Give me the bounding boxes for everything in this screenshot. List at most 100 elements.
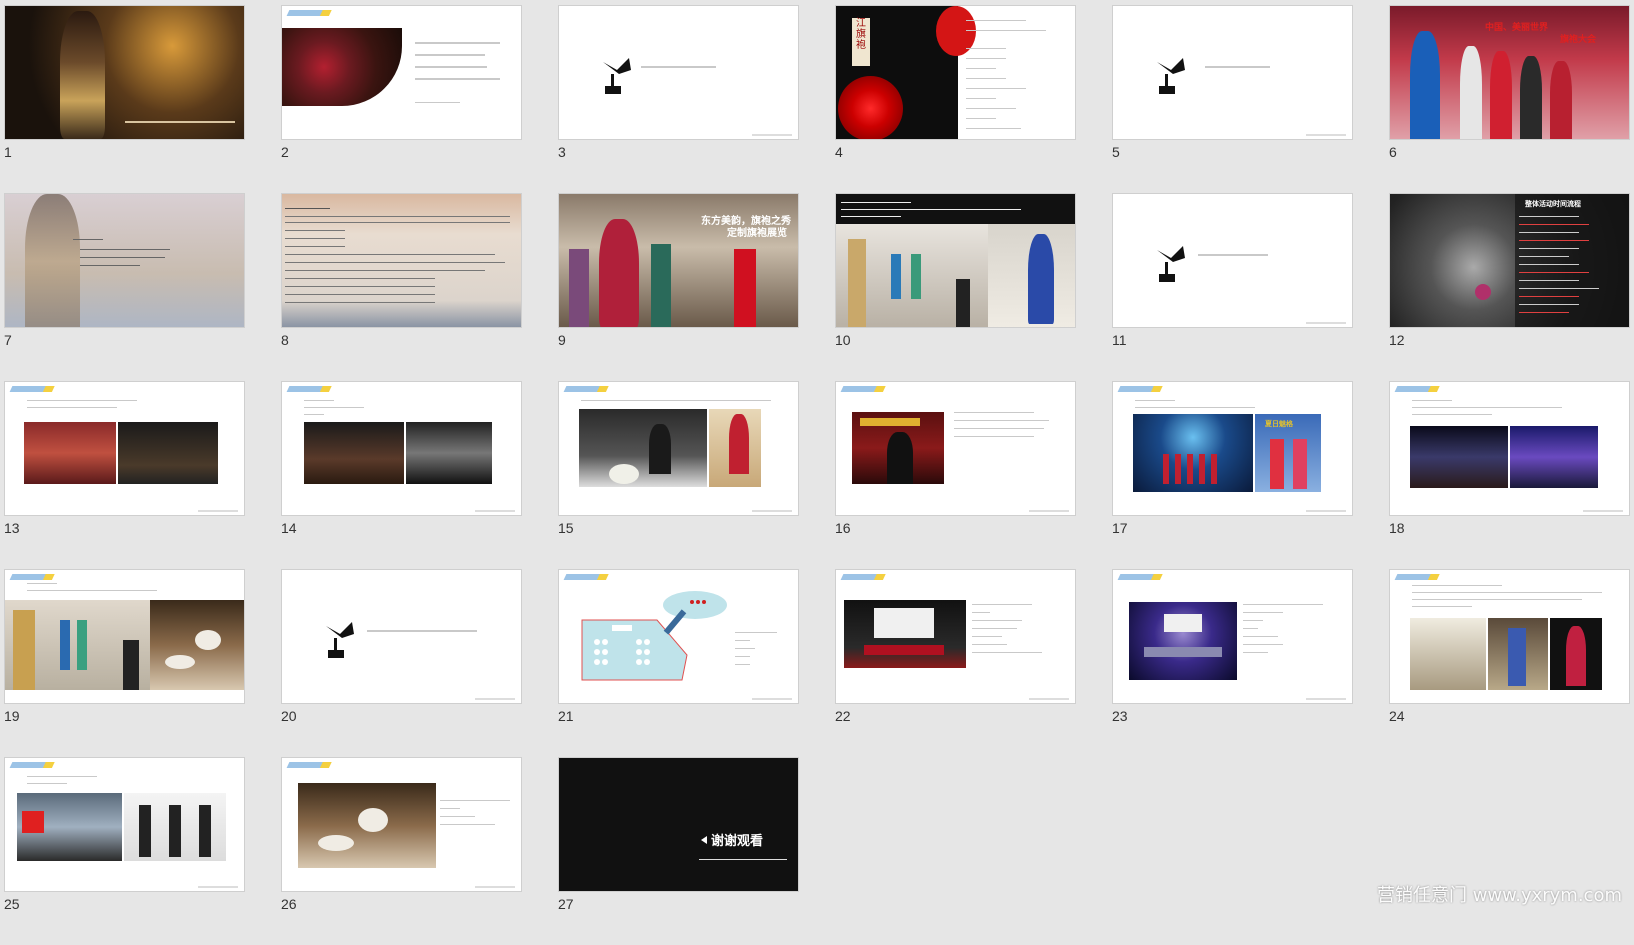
text-line (80, 249, 170, 250)
exhibit-title-2: 定制旗袍展览 (727, 228, 787, 239)
slide-thumb-9[interactable]: 东方美韵，旗袍之秀 定制旗袍展览 9 (558, 193, 799, 381)
slide-thumb-13[interactable]: 13 (4, 381, 245, 569)
slide-canvas: 谢谢观看 (558, 757, 799, 892)
slide-thumb-16[interactable]: 16 (835, 381, 1076, 569)
slide-thumb-21[interactable]: 21 (558, 569, 799, 757)
slide-thumb-20[interactable]: 20 (281, 569, 522, 757)
gramophone-icon (603, 58, 631, 94)
agenda-line (415, 66, 487, 68)
model-red-dress (1490, 51, 1512, 139)
header-tag (1394, 574, 1458, 580)
text-line (27, 583, 57, 584)
slide-thumb-25[interactable]: 25 (4, 757, 245, 945)
model-blue-dress (1410, 31, 1440, 139)
slide-thumb-23[interactable]: 23 (1112, 569, 1353, 757)
text-line (27, 776, 97, 777)
slide-thumb-27[interactable]: 谢谢观看 27 (558, 757, 799, 945)
footer-logo (475, 886, 515, 888)
slide-number: 9 (558, 332, 566, 348)
slide-thumb-6[interactable]: 中国、美丽世界 旗袍大会 6 (1389, 5, 1630, 193)
event-title-2: 旗袍大会 (1560, 35, 1597, 45)
text-line (972, 652, 1042, 653)
band-photo (118, 422, 218, 484)
info-line (966, 128, 1021, 129)
slide-thumb-22[interactable]: 22 (835, 569, 1076, 757)
summer-show-photo: 夏日魅格 (1255, 414, 1321, 492)
slide-thumb-15[interactable]: 15 (558, 381, 799, 569)
slide-thumb-8[interactable]: 8 (281, 193, 522, 381)
slide-thumb-12[interactable]: 整体活动时间流程 12 (1389, 193, 1630, 381)
footer-logo (1306, 698, 1346, 700)
slide-canvas (1112, 569, 1353, 704)
text-line (80, 257, 165, 258)
slide-number: 11 (1112, 332, 1127, 348)
text-line (285, 270, 485, 271)
boutique-photo (1410, 618, 1486, 690)
tea-ceremony-photo (298, 783, 436, 868)
timeline-panel: 整体活动时间流程 (1515, 194, 1629, 327)
slide-number: 17 (1112, 520, 1128, 536)
underline (699, 859, 787, 860)
text-line (285, 286, 435, 287)
text-line (285, 302, 435, 303)
text-line (285, 246, 345, 247)
blue-qipao-photo (988, 224, 1075, 327)
slide-thumb-1[interactable]: 1 (4, 5, 245, 193)
caption-line (125, 121, 235, 123)
info-line (966, 68, 996, 69)
agenda-line (415, 78, 500, 80)
red-dress-photo (1550, 618, 1602, 690)
text-line (304, 414, 324, 415)
slide-thumb-18[interactable]: 18 (1389, 381, 1630, 569)
watermark: 营销任意门 www.yxrym.com (1376, 885, 1622, 906)
slide-number: 26 (281, 896, 297, 912)
slide-number: 13 (4, 520, 20, 536)
slide-number: 20 (281, 708, 297, 724)
gallery-photo (836, 224, 988, 327)
agenda-line (415, 54, 485, 56)
footer-logo (198, 886, 238, 888)
slide-thumb-24[interactable]: 24 (1389, 569, 1630, 757)
text-line (954, 412, 1034, 413)
text-line (972, 644, 1007, 645)
text-line (1135, 400, 1175, 401)
slide-thumb-17[interactable]: 夏日魅格 17 (1112, 381, 1353, 569)
slide-number: 24 (1389, 708, 1405, 724)
text-line (1243, 628, 1258, 629)
slide-number: 14 (281, 520, 297, 536)
slide-thumb-7[interactable]: 7 (4, 193, 245, 381)
text-line (972, 612, 990, 613)
slide-number: 5 (1112, 144, 1120, 160)
runway-photo (1133, 414, 1253, 492)
text-line (1412, 400, 1452, 401)
slide-thumb-11[interactable]: 11 (1112, 193, 1353, 381)
slide-number: 21 (558, 708, 574, 724)
text-line (1243, 652, 1268, 653)
slide-thumb-26[interactable]: 26 (281, 757, 522, 945)
slide-thumb-5[interactable]: 5 (1112, 5, 1353, 193)
slide-number: 27 (558, 896, 574, 912)
header-tag (9, 386, 73, 392)
text-line (440, 816, 475, 817)
footer-logo (752, 134, 792, 136)
text-line (1243, 644, 1283, 645)
slide-thumb-14[interactable]: 14 (281, 381, 522, 569)
event-photo (24, 422, 116, 484)
slide-thumb-4[interactable]: 江旗袍 4 (835, 5, 1076, 193)
mannequin-photo (1488, 618, 1548, 690)
text-line (954, 428, 1044, 429)
text-line (581, 400, 771, 401)
triangle-icon (701, 836, 707, 844)
slide-thumb-2[interactable]: 2 (281, 5, 522, 193)
footer-logo (1306, 510, 1346, 512)
slide-canvas (1389, 569, 1630, 704)
text-line (1412, 592, 1602, 593)
slide-thumb-10[interactable]: 10 (835, 193, 1076, 381)
slide-thumb-19[interactable]: 19 (4, 569, 245, 757)
info-line (966, 98, 996, 99)
slide-thumb-3[interactable]: 3 (558, 5, 799, 193)
text-line (1412, 407, 1562, 408)
band-stage-photo (17, 793, 122, 861)
agenda-line (415, 42, 500, 44)
slide-canvas (281, 5, 522, 140)
